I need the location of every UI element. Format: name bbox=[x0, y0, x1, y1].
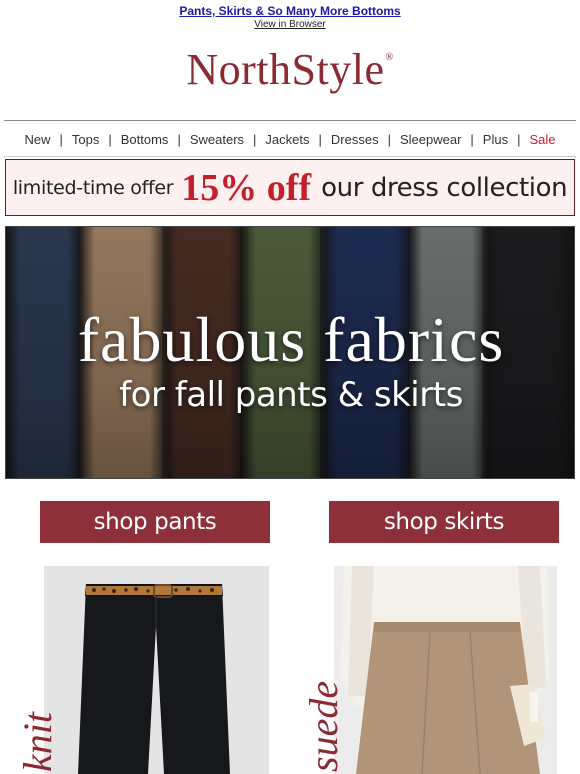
offer-banner[interactable]: limited-time offer 15% off our dress col… bbox=[5, 159, 575, 216]
main-nav: New | Tops | Bottoms | Sweaters | Jacket… bbox=[0, 130, 580, 148]
registered-mark: ® bbox=[385, 52, 394, 63]
nav-divider bbox=[4, 156, 576, 157]
nav-separator: | bbox=[177, 131, 181, 147]
preheader: Pants, Skirts & So Many More Bottoms Vie… bbox=[0, 4, 580, 31]
preheader-headline-link[interactable]: Pants, Skirts & So Many More Bottoms bbox=[0, 4, 580, 18]
nav-item-sleepwear[interactable]: Sleepwear bbox=[400, 132, 461, 147]
suede-label: suede bbox=[301, 680, 346, 772]
nav-separator: | bbox=[108, 131, 112, 147]
nav-item-jackets[interactable]: Jackets bbox=[265, 132, 309, 147]
black-pants-illustration bbox=[44, 566, 269, 774]
header-divider bbox=[4, 120, 576, 121]
hero-title: fabulous fabrics bbox=[77, 304, 505, 375]
nav-separator: | bbox=[318, 131, 322, 147]
nav-item-sweaters[interactable]: Sweaters bbox=[190, 132, 244, 147]
nav-separator: | bbox=[253, 131, 257, 147]
nav-separator: | bbox=[470, 131, 474, 147]
suede-skirt-illustration bbox=[334, 566, 557, 774]
nav-separator: | bbox=[387, 131, 391, 147]
skirt-product-image[interactable] bbox=[334, 566, 557, 774]
hero-subtitle: for fall pants & skirts bbox=[119, 375, 463, 415]
view-in-browser-link[interactable]: View in Browser bbox=[0, 19, 580, 31]
pants-product-image[interactable] bbox=[44, 566, 269, 774]
offer-tail: our dress collection bbox=[321, 172, 568, 203]
nav-item-plus[interactable]: Plus bbox=[483, 132, 508, 147]
offer-lead: limited-time offer bbox=[12, 176, 174, 199]
nav-item-bottoms[interactable]: Bottoms bbox=[121, 132, 169, 147]
nav-item-sale[interactable]: Sale bbox=[529, 132, 555, 147]
nav-item-new[interactable]: New bbox=[24, 132, 50, 147]
shop-skirts-button[interactable]: shop skirts bbox=[329, 501, 559, 543]
shop-pants-button[interactable]: shop pants bbox=[40, 501, 270, 543]
offer-discount: 15% off bbox=[181, 166, 312, 209]
nav-separator: | bbox=[517, 131, 521, 147]
nav-separator: | bbox=[59, 131, 63, 147]
brand-logo[interactable]: NorthStyle® bbox=[0, 44, 580, 95]
brand-name: NorthStyle bbox=[186, 45, 385, 94]
hero-banner[interactable]: fabulous fabrics for fall pants & skirts bbox=[5, 226, 575, 479]
nav-item-dresses[interactable]: Dresses bbox=[331, 132, 379, 147]
knit-label: knit bbox=[15, 712, 60, 772]
nav-item-tops[interactable]: Tops bbox=[72, 132, 99, 147]
